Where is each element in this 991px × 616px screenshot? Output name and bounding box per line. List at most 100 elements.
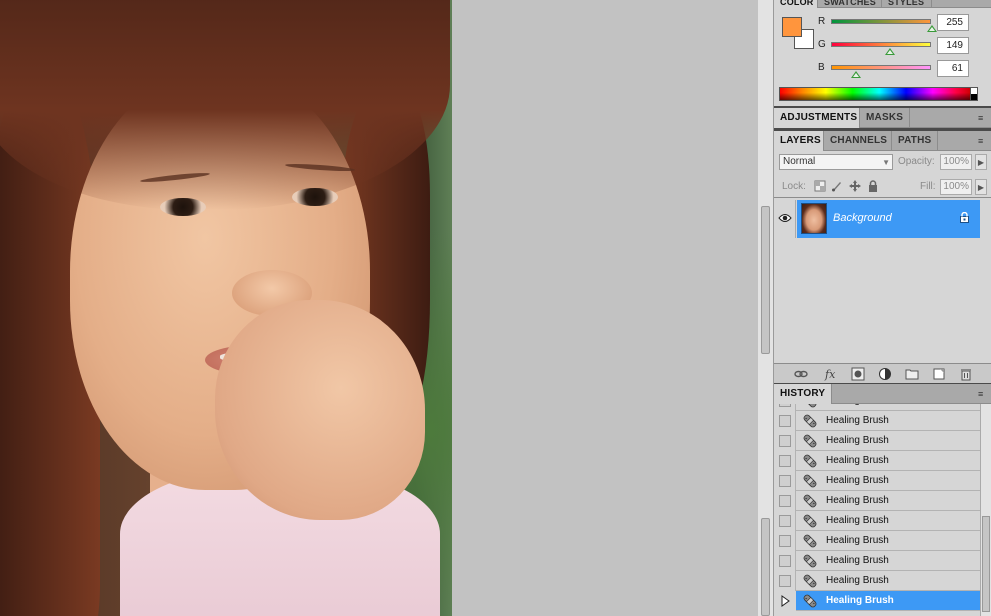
history-item-active[interactable]: Healing Brush (796, 591, 980, 611)
history-checkbox[interactable] (779, 435, 791, 447)
history-snapshot-toggle[interactable] (774, 531, 796, 551)
history-scrollbar[interactable] (980, 404, 991, 616)
tab-channels[interactable]: CHANNELS (824, 131, 892, 151)
layer-visibility-toggle[interactable] (774, 200, 796, 238)
history-checkbox[interactable] (779, 555, 791, 567)
history-checkbox[interactable] (779, 404, 791, 407)
history-snapshot-toggle[interactable] (774, 511, 796, 531)
history-item[interactable]: Healing Brush (796, 404, 980, 411)
photo-eye-left (160, 198, 206, 216)
dock-scroll-thumb[interactable] (761, 206, 770, 354)
history-checkbox[interactable] (779, 575, 791, 587)
black-white-ramp[interactable] (970, 87, 978, 101)
opacity-slider-arrow[interactable]: ▶ (975, 154, 987, 170)
history-item[interactable]: Healing Brush (796, 471, 980, 491)
portrait-photo[interactable] (0, 0, 452, 616)
layer-row-background[interactable]: Background (774, 200, 991, 238)
panel-menu-icon[interactable]: ≡ (978, 390, 988, 399)
history-item[interactable]: Healing Brush (796, 531, 980, 551)
channel-r-slider[interactable] (831, 19, 937, 32)
layer-style-fx-icon[interactable]: fx (824, 367, 838, 381)
foreground-color-swatch[interactable] (782, 17, 802, 37)
link-layers-icon[interactable] (794, 367, 808, 381)
history-item[interactable]: Healing Brush (796, 451, 980, 471)
delete-layer-trash-icon[interactable] (959, 367, 973, 381)
layers-panel: LAYERS CHANNELS PATHS ≡ Normal ▼ Opacity… (774, 131, 991, 383)
history-snapshot-toggle[interactable] (774, 471, 796, 491)
color-panel: COLOR SWATCHES STYLES R 255 G 149 B 61 (774, 0, 991, 106)
history-snapshot-toggle[interactable] (774, 491, 796, 511)
history-item[interactable]: Healing Brush (796, 551, 980, 571)
history-panel: HISTORY ≡ Healing Brush Healing Brush Heal… (774, 384, 991, 616)
panel-menu-icon[interactable]: ≡ (978, 137, 988, 146)
history-checkbox[interactable] (779, 535, 791, 547)
history-checkbox[interactable] (779, 455, 791, 467)
tab-history[interactable]: HISTORY (774, 384, 832, 404)
history-checkbox[interactable] (779, 415, 791, 427)
history-checkbox[interactable] (779, 495, 791, 507)
tab-masks[interactable]: MASKS (860, 108, 910, 128)
adjustment-layer-icon[interactable] (878, 367, 892, 381)
tab-paths[interactable]: PATHS (892, 131, 938, 151)
history-item[interactable]: Healing Brush (796, 571, 980, 591)
photo-eye-right (292, 188, 338, 206)
channel-b-input[interactable]: 61 (937, 60, 969, 77)
document-canvas[interactable] (0, 0, 758, 616)
history-item-label: Healing Brush (826, 515, 889, 526)
fill-label: Fill: (920, 181, 936, 192)
lock-position-icon[interactable] (849, 180, 861, 192)
opacity-input[interactable]: 100% (940, 154, 972, 170)
eye-icon (778, 214, 792, 222)
history-snapshot-toggle[interactable] (774, 411, 796, 431)
channel-r-label: R (818, 16, 826, 27)
channel-r-thumb[interactable] (927, 25, 937, 32)
history-checkbox[interactable] (779, 515, 791, 527)
new-layer-icon[interactable] (932, 367, 946, 381)
layer-selected-row[interactable]: Background (797, 200, 980, 238)
history-current-state-marker (774, 591, 796, 611)
history-scroll-thumb[interactable] (982, 516, 990, 612)
lock-label: Lock: (782, 181, 806, 192)
adjustments-panel-tabbar: ADJUSTMENTS MASKS ≡ (774, 108, 991, 128)
blend-mode-select[interactable]: Normal ▼ (779, 154, 893, 170)
history-snapshot-toggle[interactable] (774, 431, 796, 451)
layer-name[interactable]: Background (833, 212, 892, 224)
channel-r-input[interactable]: 255 (937, 14, 969, 31)
history-state-list[interactable]: Healing Brush Healing Brush Healing Brush H… (774, 404, 991, 616)
fill-slider-arrow[interactable]: ▶ (975, 179, 987, 195)
tab-adjustments[interactable]: ADJUSTMENTS (774, 108, 860, 128)
history-item[interactable]: Healing Brush (796, 511, 980, 531)
healing-brush-icon (802, 573, 818, 589)
channel-g-slider[interactable] (831, 42, 931, 55)
history-brush-source-icon (781, 595, 790, 607)
lock-all-icon[interactable] (867, 180, 879, 192)
history-item[interactable]: Healing Brush (796, 491, 980, 511)
channel-g-thumb[interactable] (885, 48, 896, 55)
history-snapshot-toggle[interactable] (774, 551, 796, 571)
panel-menu-icon[interactable]: ≡ (978, 114, 988, 123)
opacity-label: Opacity: (898, 156, 935, 167)
tab-color[interactable]: COLOR (774, 0, 818, 8)
tab-styles[interactable]: STYLES (882, 0, 932, 8)
channel-b-thumb[interactable] (850, 71, 861, 78)
layer-list[interactable]: Background (774, 197, 991, 361)
history-snapshot-toggle[interactable] (774, 571, 796, 591)
tab-layers[interactable]: LAYERS (774, 131, 824, 151)
dock-scroll-thumb-lower[interactable] (761, 518, 770, 616)
history-snapshot-toggle[interactable] (774, 404, 796, 411)
history-snapshot-toggle[interactable] (774, 451, 796, 471)
history-checkbox[interactable] (779, 475, 791, 487)
dock-scrollbar[interactable] (758, 0, 774, 616)
add-layer-mask-icon[interactable] (851, 367, 865, 381)
channel-b-slider[interactable] (831, 65, 931, 78)
history-item[interactable]: Healing Brush (796, 431, 980, 451)
lock-transparent-pixels-icon[interactable] (814, 180, 826, 192)
fill-input[interactable]: 100% (940, 179, 972, 195)
new-group-folder-icon[interactable] (905, 367, 919, 381)
channel-g-input[interactable]: 149 (937, 37, 969, 54)
tab-swatches[interactable]: SWATCHES (818, 0, 882, 8)
lock-image-pixels-icon[interactable] (831, 180, 843, 192)
history-item-label: Healing Brush (826, 555, 889, 566)
history-item[interactable]: Healing Brush (796, 411, 980, 431)
color-spectrum-ramp[interactable] (779, 87, 972, 101)
